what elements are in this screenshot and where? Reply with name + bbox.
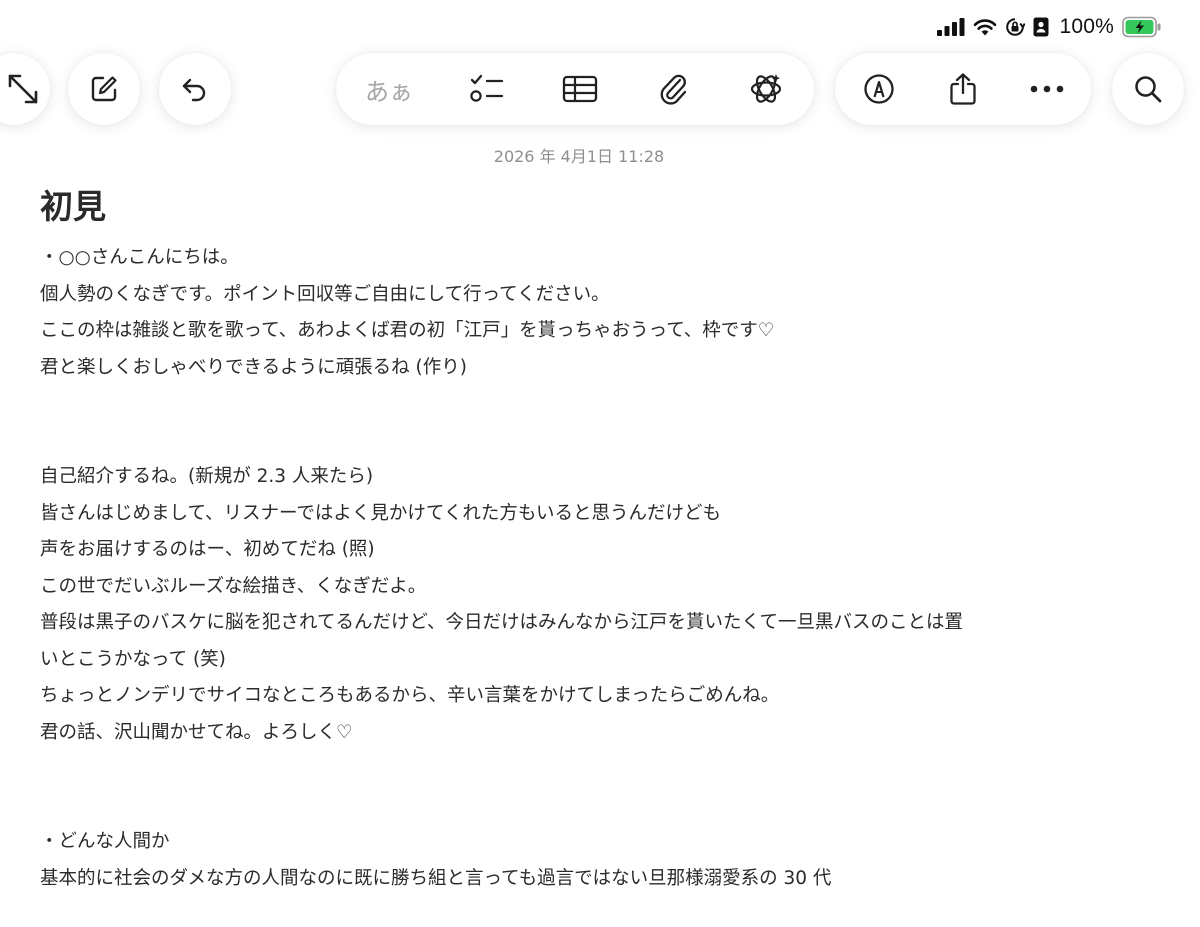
note-line: 声をお届けするのはー、初めてだね (照) <box>40 539 375 560</box>
note-line: 基本的に社会のダメな方の人間なのに既に勝ち組と言っても過言ではない旦那様溺愛系の… <box>40 867 832 889</box>
compose-icon <box>89 74 119 104</box>
note-line: 個人勢のくなぎです。ポイント回収等ご自由にして行ってください。 <box>40 283 610 305</box>
search-icon <box>1133 74 1163 104</box>
expand-button[interactable] <box>0 53 50 125</box>
note-line: 君と楽しくおしゃべりできるように頑張るね (作り) <box>40 356 467 378</box>
note-line: いとこうかなって (笑) <box>40 648 226 670</box>
expand-arrows-icon <box>6 72 40 106</box>
focus-mode-icon <box>1033 17 1049 37</box>
formatting-toolbar: あぁ <box>336 53 814 125</box>
undo-icon <box>180 74 210 104</box>
note-line: ちょっとノンデリでサイコなところもあるから、辛い言葉をかけてしまったらごめんね。 <box>40 685 780 706</box>
note-line: この世でだいぶルーズな絵描き、くなぎだよ。 <box>40 575 427 597</box>
note-body[interactable]: ・○○さんこんにちは。個人勢のくなぎです。ポイント回収等ご自由にして行ってくださ… <box>40 240 1170 897</box>
note-line: 皆さんはじめまして、リスナーではよく見かけてくれた方もいると思うんだけども <box>40 502 721 524</box>
more-ellipsis-icon <box>1030 85 1064 93</box>
apple-intelligence-icon <box>748 72 784 106</box>
note-line: ・○○さんこんにちは。 <box>40 247 239 268</box>
apple-intelligence-button[interactable] <box>736 72 796 106</box>
cellular-signal-icon <box>937 18 965 36</box>
note-line: 普段は黒子のバスケに脳を犯されてるんだけど、今日だけはみんなから江戸を貰いたくて… <box>40 612 963 633</box>
checklist-icon <box>470 74 504 104</box>
note-line: ・どんな人間か <box>40 831 170 852</box>
battery-percentage: 100% <box>1059 15 1114 38</box>
note-title[interactable]: 初見 <box>40 180 106 228</box>
table-button[interactable] <box>550 75 610 103</box>
note-line: ここの枠は雑談と歌を歌って、あわよくば君の初「江戸」を貰っちゃおうって、枠です♡ <box>40 320 775 341</box>
more-options-button[interactable] <box>1017 85 1077 93</box>
table-icon <box>562 75 598 103</box>
wifi-icon <box>973 18 997 36</box>
search-button[interactable] <box>1112 53 1184 125</box>
share-icon <box>949 72 977 106</box>
markup-button[interactable] <box>849 73 909 105</box>
undo-button[interactable] <box>159 53 231 125</box>
markup-pen-icon <box>863 73 895 105</box>
attachment-button[interactable] <box>643 72 703 106</box>
actions-toolbar <box>835 53 1091 125</box>
share-button[interactable] <box>933 72 993 106</box>
compose-button[interactable] <box>68 53 140 125</box>
paperclip-icon <box>658 72 688 106</box>
note-date: 2026 年 4月1日 11:28 <box>493 147 665 166</box>
status-bar: 100% <box>937 10 1162 44</box>
orientation-lock-icon <box>1005 17 1026 37</box>
text-format-button[interactable]: あぁ <box>354 72 424 107</box>
checklist-button[interactable] <box>457 74 517 104</box>
note-line: 自己紹介するね。(新規が 2.3 人来たら) <box>40 466 374 487</box>
note-line: 君の話、沢山聞かせてね。よろしく♡ <box>40 721 353 743</box>
battery-charging-icon <box>1122 16 1162 38</box>
